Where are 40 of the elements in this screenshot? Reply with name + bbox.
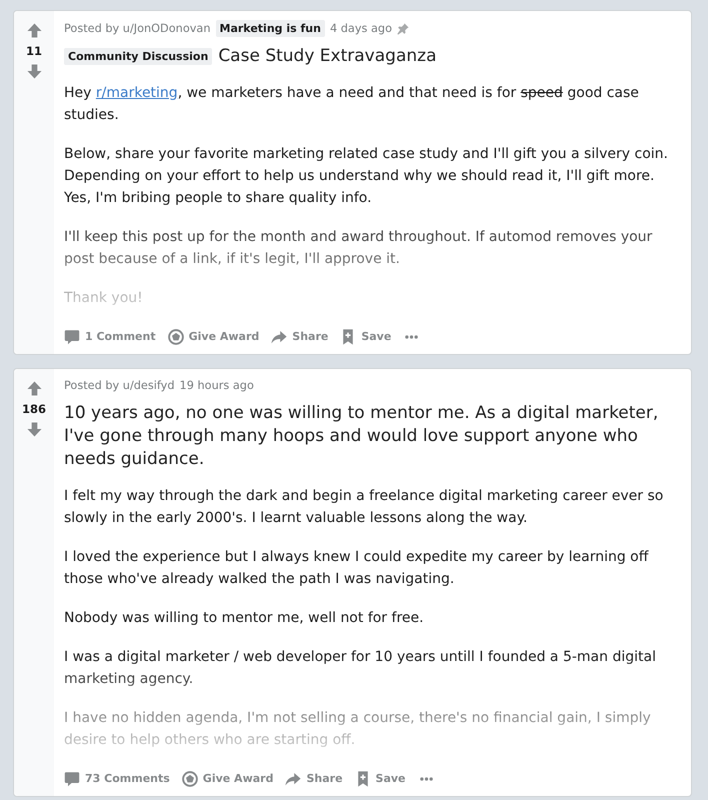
post-paragraph: I loved the experience but I always knew I could expedite my career by learning off those who've already walked the path I was navigating.	[64, 548, 650, 589]
post-author[interactable]: Posted by u/JonODonovan	[64, 20, 211, 36]
post-time[interactable]: 4 days ago	[330, 20, 392, 36]
post-time[interactable]: 19 hours ago	[180, 378, 254, 394]
comments-button[interactable]: 73 Comments	[58, 765, 176, 793]
up-arrow-icon[interactable]	[26, 23, 42, 38]
save-button[interactable]: Save	[334, 323, 398, 351]
give-award-button[interactable]: Give Award	[176, 765, 280, 793]
post-paragraph: Nobody was willing to mentor me, well not for free.	[64, 609, 425, 628]
vote-count: 186	[22, 401, 46, 417]
post-flair[interactable]: Community Discussion	[64, 48, 212, 65]
share-icon	[271, 329, 288, 345]
give-award-button[interactable]: Give Award	[162, 323, 266, 351]
comment-icon	[64, 771, 80, 787]
save-button[interactable]: Save	[348, 765, 412, 793]
more-icon[interactable]	[420, 777, 433, 781]
vote-count: 11	[26, 43, 42, 59]
award-icon	[182, 771, 198, 787]
more-icon[interactable]	[405, 335, 418, 339]
up-arrow-icon[interactable]	[26, 381, 42, 396]
down-arrow-icon[interactable]	[26, 64, 42, 79]
post-paragraph: I felt my way through the dark and begin a freelance digital marketing career ever so slowly in the early 2000's. I learnt valuable lessons along the way.	[64, 487, 664, 528]
user-flair: Marketing is fun	[216, 20, 325, 37]
post-author[interactable]: Posted by u/desifyd	[64, 378, 175, 394]
post-paragraph: Below, share your favorite marketing related case study and I'll gift you a silvery coin. Depending on your effort to help us understand why we should read it, I'll gift more. Yes, I'm bribing people to share quality info.	[64, 145, 669, 208]
post-paragraph: Hey r/marketing, we marketers have a need and that need is for speed good case studies.	[64, 84, 640, 125]
comments-button[interactable]: 1 Comment	[58, 323, 162, 351]
post-paragraph: Thank you!	[64, 289, 144, 308]
comment-icon	[64, 329, 80, 345]
share-button[interactable]: Share	[265, 323, 334, 351]
share-button[interactable]: Share	[279, 765, 349, 793]
share-icon	[285, 771, 302, 787]
post-title[interactable]: Case Study Extravaganza	[218, 45, 679, 68]
post-title[interactable]: 10 years ago, no one was willing to mentor me. As a digital marketer, I've gone through many hoops and would love support anyone who needs guidance.	[64, 402, 679, 471]
post-paragraph: I'll keep this post up for the month and award throughout. If automod removes your post because of a link, if it's legit, I'll approve it.	[64, 228, 654, 269]
post-paragraph: I have no hidden agenda, I'm not selling a course, there's no financial gain, I simply desire to help others who are starting off.	[64, 709, 652, 750]
post-paragraph: I was a digital marketer / web developer for 10 years untill I founded a 5-man digital marketing agency.	[64, 648, 657, 689]
subreddit-link[interactable]: r/marketing	[96, 85, 178, 101]
award-icon	[168, 329, 184, 345]
down-arrow-icon[interactable]	[26, 422, 42, 437]
